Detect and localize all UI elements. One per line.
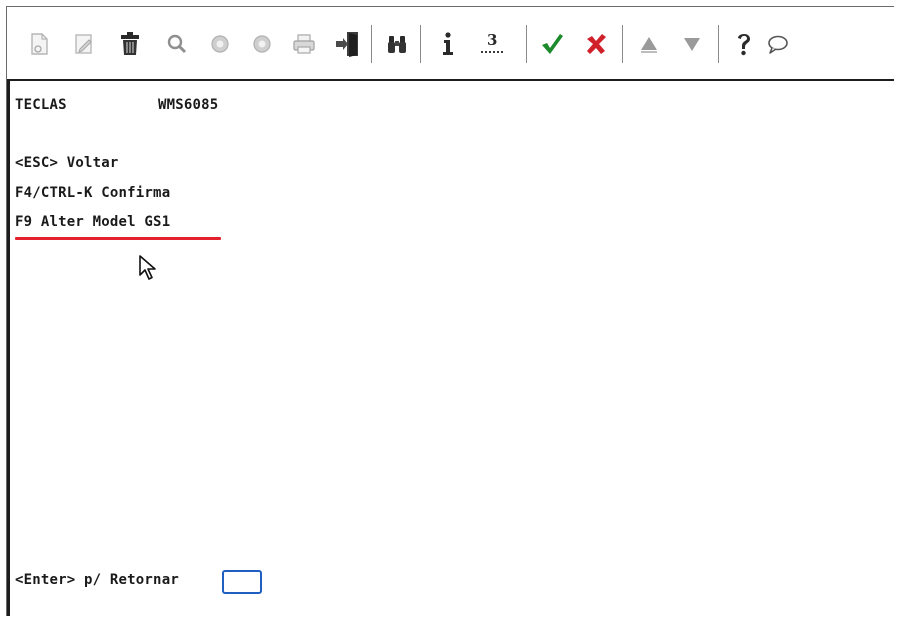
mouse-pointer-icon: [138, 254, 160, 286]
screen-header-program: WMS6085: [158, 97, 219, 113]
key-line-f4: F4/CTRL-K Confirma: [15, 185, 171, 201]
magnifier-icon[interactable]: [162, 29, 192, 59]
info-icon[interactable]: [433, 29, 463, 59]
trash-icon[interactable]: [115, 29, 145, 59]
arrow-up-icon[interactable]: [634, 29, 664, 59]
counter-underline: [481, 51, 503, 53]
toolbar-separator: [526, 25, 527, 63]
highlight-underline: [15, 237, 221, 240]
new-document-icon[interactable]: [25, 29, 55, 59]
help-icon[interactable]: [729, 29, 759, 59]
chat-icon[interactable]: [763, 29, 793, 59]
exit-door-icon[interactable]: [333, 29, 363, 59]
key-line-esc: <ESC> Voltar: [15, 155, 119, 171]
screen-header-title: TECLAS: [15, 97, 67, 113]
arrow-down-icon[interactable]: [677, 29, 707, 59]
return-input[interactable]: [222, 570, 262, 594]
toolbar-separator: [718, 25, 719, 63]
edit-icon[interactable]: [69, 29, 99, 59]
cancel-icon[interactable]: [581, 29, 611, 59]
counter-icon[interactable]: 3: [477, 29, 507, 59]
terminal-screen: TECLAS WMS6085 <ESC> Voltar F4/CTRL-K Co…: [7, 81, 894, 616]
terminal-window: 3 TECLAS WMS6085 <ESC> Voltar F4/CTRL-K …: [6, 6, 894, 616]
circle-next-icon[interactable]: [247, 29, 277, 59]
toolbar-separator: [420, 25, 421, 63]
toolbar-separator: [371, 25, 372, 63]
counter-label: 3: [487, 31, 498, 49]
toolbar-separator: [622, 25, 623, 63]
printer-icon[interactable]: [289, 29, 319, 59]
toolbar: 3: [7, 7, 894, 79]
check-icon[interactable]: [537, 29, 567, 59]
key-line-f9: F9 Alter Model GS1: [15, 214, 171, 230]
binoculars-icon[interactable]: [382, 29, 412, 59]
prompt-label: <Enter> p/ Retornar: [15, 572, 179, 588]
counter-glyph: 3: [477, 29, 507, 59]
circle-prev-icon[interactable]: [205, 29, 235, 59]
